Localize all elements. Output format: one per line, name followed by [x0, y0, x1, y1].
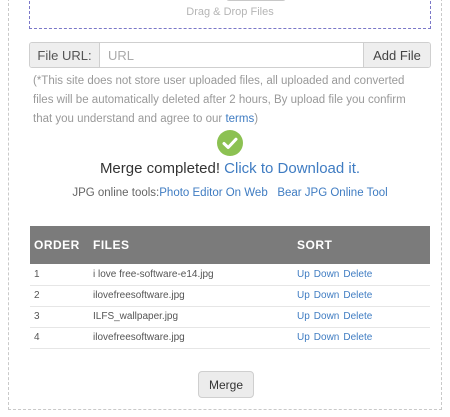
terms-link[interactable]: terms	[225, 113, 254, 125]
delete-link[interactable]: Delete	[343, 269, 372, 280]
bear-jpg-tool-link[interactable]: Bear JPG Online Tool	[277, 187, 387, 199]
merge-status: Merge completed! Click to Download it.	[0, 160, 450, 177]
merge-button[interactable]: Merge	[198, 371, 254, 398]
table-header-row: ORDER FILES SORT	[30, 226, 430, 264]
files-table: ORDER FILES SORT 1 i love free-software-…	[30, 226, 430, 349]
row-file: ILFS_wallpaper.jpg	[89, 306, 293, 328]
move-up-link[interactable]: Up	[297, 311, 310, 322]
delete-link[interactable]: Delete	[343, 311, 372, 322]
move-up-link[interactable]: Up	[297, 269, 310, 280]
check-circle-icon	[217, 130, 243, 156]
file-url-input[interactable]	[100, 43, 363, 67]
move-up-link[interactable]: Up	[297, 290, 310, 301]
move-down-link[interactable]: Down	[314, 290, 340, 301]
photo-editor-link[interactable]: Photo Editor On Web	[159, 187, 267, 199]
header-sort: SORT	[293, 226, 430, 264]
file-url-label: File URL:	[30, 43, 100, 67]
online-tools: JPG online tools:Photo Editor On Web Bea…	[0, 187, 450, 199]
download-link[interactable]: Click to Download it.	[224, 160, 360, 177]
delete-link[interactable]: Delete	[343, 290, 372, 301]
table-row: 1 i love free-software-e14.jpg Up Down Del…	[30, 264, 430, 286]
delete-link[interactable]: Delete	[343, 332, 372, 343]
move-down-link[interactable]: Down	[314, 332, 340, 343]
row-file: ilovefreesoftware.jpg	[89, 285, 293, 307]
move-down-link[interactable]: Down	[314, 311, 340, 322]
header-files: FILES	[89, 226, 293, 264]
merge-status-text: Merge completed!	[99, 160, 220, 177]
privacy-notice: (*This site does not store user uploaded…	[33, 72, 428, 129]
tools-label: JPG online tools:	[72, 187, 160, 199]
row-order: 1	[30, 264, 89, 286]
drop-zone[interactable]: Drag & Drop Files	[29, 0, 431, 29]
add-file-button[interactable]: Add File	[363, 43, 430, 67]
row-order: 4	[30, 327, 89, 349]
row-file: ilovefreesoftware.jpg	[89, 327, 293, 349]
header-order: ORDER	[30, 226, 89, 264]
drop-zone-label: Drag & Drop Files	[186, 6, 274, 18]
row-order: 2	[30, 285, 89, 307]
move-up-link[interactable]: Up	[297, 332, 310, 343]
row-sort-actions: Up Down Delete	[293, 285, 430, 307]
row-sort-actions: Up Down Delete	[293, 306, 430, 328]
notice-text: (*This site does not store user uploaded…	[33, 75, 406, 125]
browse-button[interactable]	[226, 0, 286, 1]
row-sort-actions: Up Down Delete	[293, 327, 430, 349]
table-row: 4 ilovefreesoftware.jpg Up Down Delete	[30, 327, 430, 349]
table-row: 3 ILFS_wallpaper.jpg Up Down Delete	[30, 306, 430, 328]
row-sort-actions: Up Down Delete	[293, 264, 430, 286]
file-url-row: File URL: Add File	[29, 42, 431, 68]
notice-close: )	[254, 113, 259, 125]
row-file: i love free-software-e14.jpg	[89, 264, 293, 286]
move-down-link[interactable]: Down	[314, 269, 340, 280]
row-order: 3	[30, 306, 89, 328]
table-row: 2 ilovefreesoftware.jpg Up Down Delete	[30, 285, 430, 307]
